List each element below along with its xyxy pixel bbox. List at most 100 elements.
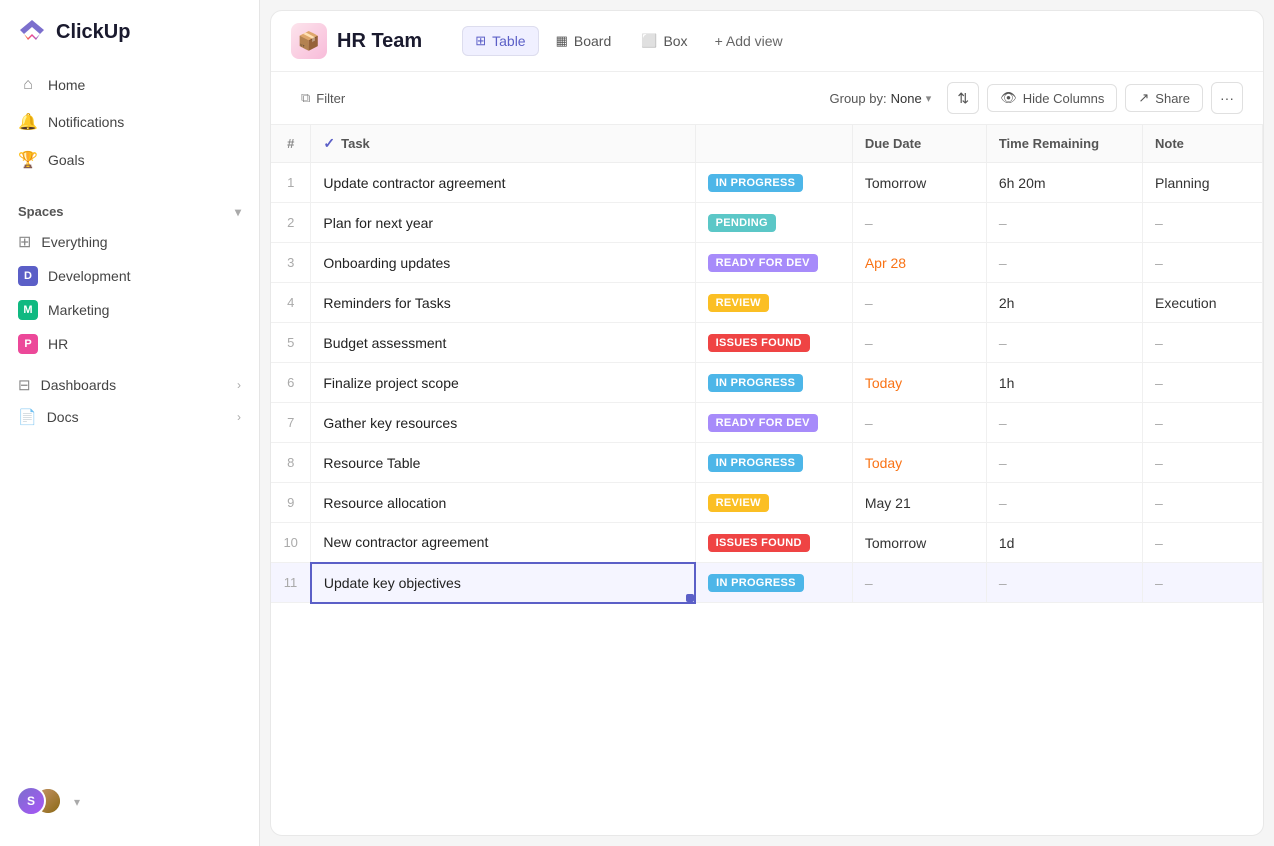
sidebar-item-dashboards[interactable]: ⊟ Dashboards › [8, 369, 251, 401]
sidebar-nav: ⌂ Home 🔔 Notifications 🏆 Goals [0, 68, 259, 178]
table-row[interactable]: 3 Onboarding updates READY FOR DEV Apr 2… [271, 243, 1263, 283]
cell-task: New contractor agreement [311, 523, 695, 563]
logo[interactable]: ClickUp [0, 16, 259, 68]
table-row[interactable]: 1 Update contractor agreement IN PROGRES… [271, 163, 1263, 203]
cell-num: 5 [271, 323, 311, 363]
due-date-text: Tomorrow [865, 175, 926, 191]
cell-time-remaining: – [986, 443, 1142, 483]
cell-time-remaining: – [986, 563, 1142, 603]
spaces-section-header[interactable]: Spaces ▾ [8, 198, 251, 225]
due-date-text: May 21 [865, 495, 911, 511]
cell-status: READY FOR DEV [695, 243, 852, 283]
tab-table[interactable]: ⊞ Table [462, 26, 538, 56]
table-row[interactable]: 7 Gather key resources READY FOR DEV – –… [271, 403, 1263, 443]
cell-time-remaining: – [986, 323, 1142, 363]
marketing-label: Marketing [48, 302, 109, 318]
due-date-text: – [865, 415, 873, 431]
sidebar-item-hr[interactable]: P HR [8, 327, 251, 361]
groupby-value: None [891, 91, 922, 106]
due-date-text: Today [865, 375, 902, 391]
sidebar-item-marketing[interactable]: M Marketing [8, 293, 251, 327]
cell-note: – [1143, 363, 1263, 403]
table-row[interactable]: 10 New contractor agreement ISSUES FOUND… [271, 523, 1263, 563]
cell-num: 7 [271, 403, 311, 443]
sidebar-item-notifications[interactable]: 🔔 Notifications [8, 104, 251, 140]
groupby-button[interactable]: Group by: None ▾ [822, 86, 940, 111]
cell-due-date: – [852, 203, 986, 243]
cell-status: IN PROGRESS [695, 443, 852, 483]
add-view-button[interactable]: + Add view [705, 27, 793, 55]
groupby-label: Group by: [830, 91, 887, 106]
table-header-row: # ✓ Task Due Date Time Remaining Note [271, 125, 1263, 163]
tab-table-label: Table [492, 33, 525, 49]
cell-num: 11 [271, 563, 311, 603]
groupby-chevron-icon: ▾ [926, 92, 932, 105]
cell-status: ISSUES FOUND [695, 323, 852, 363]
cell-note: – [1143, 523, 1263, 563]
filter-button[interactable]: ⧉ Filter [291, 85, 355, 111]
cell-task: Gather key resources [311, 403, 695, 443]
dashboards-icon: ⊟ [18, 376, 31, 394]
sidebar-item-development[interactable]: D Development [8, 259, 251, 293]
time-remaining-text: – [999, 455, 1007, 471]
cell-status: PENDING [695, 203, 852, 243]
cell-num: 4 [271, 283, 311, 323]
cell-task: Resource Table [311, 443, 695, 483]
task-name-text: Budget assessment [323, 335, 446, 351]
sidebar-item-home[interactable]: ⌂ Home [8, 68, 251, 102]
cell-note: – [1143, 403, 1263, 443]
sidebar-item-goals[interactable]: 🏆 Goals [8, 142, 251, 178]
table-row[interactable]: 5 Budget assessment ISSUES FOUND – – – [271, 323, 1263, 363]
table-row[interactable]: 4 Reminders for Tasks REVIEW – 2h Execut… [271, 283, 1263, 323]
cell-num: 2 [271, 203, 311, 243]
table-row[interactable]: 11 Update key objectives IN PROGRESS – –… [271, 563, 1263, 603]
home-icon: ⌂ [18, 76, 38, 94]
table-row[interactable]: 8 Resource Table IN PROGRESS Today – – [271, 443, 1263, 483]
dashboards-label: Dashboards [41, 377, 117, 393]
time-remaining-text: 1h [999, 375, 1015, 391]
toolbar: ⧉ Filter Group by: None ▾ ⇅ 👁 Hide Colum… [271, 72, 1263, 125]
hide-columns-button[interactable]: 👁 Hide Columns [987, 84, 1117, 112]
time-remaining-text: 1d [999, 535, 1015, 551]
note-text: – [1155, 255, 1163, 271]
tab-box[interactable]: ⬜ Box [628, 26, 700, 56]
more-icon: ··· [1220, 90, 1234, 106]
board-icon: ▦ [556, 33, 568, 49]
col-time-remaining: Time Remaining [986, 125, 1142, 163]
sort-button[interactable]: ⇅ [947, 82, 979, 114]
table-row[interactable]: 6 Finalize project scope IN PROGRESS Tod… [271, 363, 1263, 403]
cell-status: REVIEW [695, 283, 852, 323]
table-row[interactable]: 9 Resource allocation REVIEW May 21 – – [271, 483, 1263, 523]
note-text: Planning [1155, 175, 1210, 191]
col-due-date: Due Date [852, 125, 986, 163]
time-remaining-text: – [999, 575, 1007, 591]
table-row[interactable]: 2 Plan for next year PENDING – – – [271, 203, 1263, 243]
task-name-text: Resource Table [323, 455, 420, 471]
user-profile[interactable]: S ▾ [0, 774, 259, 830]
cell-note: Planning [1143, 163, 1263, 203]
tab-board[interactable]: ▦ Board [543, 26, 625, 56]
cell-note: – [1143, 243, 1263, 283]
share-icon: ↗ [1138, 90, 1149, 106]
view-tabs: ⊞ Table ▦ Board ⬜ Box + Add view [462, 26, 792, 56]
cell-due-date: May 21 [852, 483, 986, 523]
cell-num: 1 [271, 163, 311, 203]
share-button[interactable]: ↗ Share [1125, 84, 1203, 112]
status-badge: REVIEW [708, 494, 769, 512]
sidebar-item-docs[interactable]: 📄 Docs › [8, 401, 251, 433]
more-button[interactable]: ··· [1211, 82, 1243, 114]
cell-num: 6 [271, 363, 311, 403]
sort-icon: ⇅ [957, 90, 969, 107]
spaces-label: Spaces [18, 204, 64, 219]
sidebar-item-everything[interactable]: ⊞ Everything [8, 225, 251, 259]
status-badge: ISSUES FOUND [708, 534, 810, 552]
due-date-text: – [865, 335, 873, 351]
time-remaining-text: 2h [999, 295, 1015, 311]
cell-task: Reminders for Tasks [311, 283, 695, 323]
development-label: Development [48, 268, 131, 284]
sidebar: ClickUp ⌂ Home 🔔 Notifications 🏆 Goals S… [0, 0, 260, 846]
cell-due-date: – [852, 403, 986, 443]
cell-time-remaining: 1d [986, 523, 1142, 563]
cell-task: Resource allocation [311, 483, 695, 523]
task-name-text: Update contractor agreement [323, 175, 505, 191]
